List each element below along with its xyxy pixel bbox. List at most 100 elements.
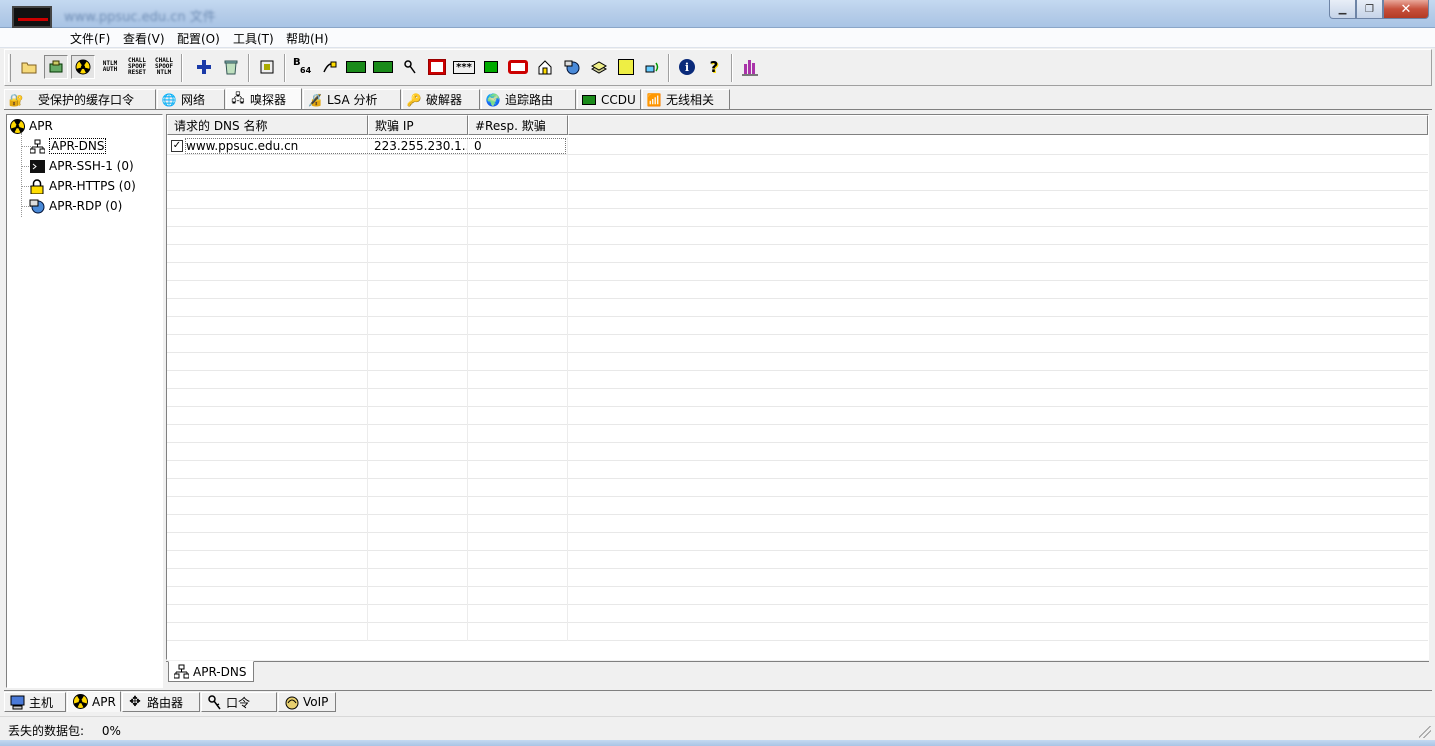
empty-cell [568,335,1428,353]
maximize-button[interactable]: ❐ [1356,0,1383,19]
tab-voip[interactable]: VoIP [278,692,336,712]
empty-cell [568,209,1428,227]
config-chip-icon[interactable] [255,55,279,79]
network-globe-icon[interactable] [560,55,584,79]
empty-cell [368,317,468,335]
tree-node-apr-rdp[interactable]: APR-RDP (0) [29,196,122,216]
base64-icon[interactable]: B 64 [290,55,314,79]
password-stars-icon[interactable]: *** [452,55,476,79]
tab-sniffer[interactable]: 🖧 嗅探器 [226,88,302,109]
empty-cell [468,155,568,173]
empty-row [167,497,1428,515]
col-header-spoof-ip[interactable]: 欺骗 IP [368,115,468,135]
minimize-button[interactable]: ▁ [1329,0,1356,19]
empty-cell [568,551,1428,569]
sniffer-icon: 🖧 [231,90,245,105]
ntlm-auth-icon[interactable]: NTLM AUTH [98,55,122,79]
open-folder-icon[interactable] [17,55,41,79]
toolbar: NTLM AUTH CHALL SPOOF RESET CHALL SPOOF NTLM … [4,49,1432,86]
wireless-icon[interactable] [641,55,665,79]
tab-protected-storage[interactable]: 🔐 受保护的缓存口令 [4,89,156,109]
bar-chart-icon[interactable] [738,55,762,79]
empty-row [167,173,1428,191]
title-bar: www.ppsuc.edu.cn 文件 ▁ ❐ ✕ [0,0,1435,28]
col-header-resp-count[interactable]: #Resp. 欺骗 [468,115,568,135]
empty-row [167,299,1428,317]
tab-hosts[interactable]: 主机 [4,692,66,712]
stack-disks-icon[interactable] [587,55,611,79]
info-icon[interactable]: i [675,55,699,79]
tree-node-apr[interactable]: APR [9,116,53,136]
tab-network[interactable]: 🌐 网络 [157,89,225,109]
empty-cell [167,497,368,515]
empty-cell [468,425,568,443]
menu-config[interactable]: 配置(O) [175,30,222,47]
hash-green-icon[interactable] [344,55,368,79]
tab-ccdu[interactable]: CCDU [577,89,641,109]
recycle-icon[interactable] [219,55,243,79]
network-cable-icon[interactable] [317,55,341,79]
close-button[interactable]: ✕ [1383,0,1429,19]
mpr-green-icon[interactable] [371,55,395,79]
empty-cell [468,605,568,623]
empty-cell [368,587,468,605]
house-lock-icon[interactable] [533,55,557,79]
hc-calc-icon[interactable] [425,55,449,79]
empty-row [167,245,1428,263]
certificate-key-icon[interactable] [614,55,638,79]
sub-tab-strip: APR-DNS [166,661,1429,683]
menu-tools[interactable]: 工具(T) [231,30,276,47]
chall-spoof-reset-icon[interactable]: CHALL SPOOF RESET [125,55,149,79]
col-header-dns-name[interactable]: 请求的 DNS 名称 [167,115,368,135]
empty-cell [468,209,568,227]
tree-node-apr-ssh[interactable]: APR-SSH-1 (0) [29,156,134,176]
empty-cell [468,623,568,641]
tab-traceroute[interactable]: 🌍 追踪路由 [481,89,576,109]
toolbar-separator [731,54,733,82]
empty-cell [468,533,568,551]
empty-cell [368,551,468,569]
empty-cell [368,263,468,281]
empty-cell [167,371,368,389]
empty-cell [468,551,568,569]
add-plus-icon[interactable] [192,55,216,79]
terminal-green-icon[interactable] [479,55,503,79]
empty-cell [368,497,468,515]
sniffer-icon[interactable] [44,55,68,79]
empty-cell [568,155,1428,173]
toolbar-separator [248,54,250,82]
toolbar-grip[interactable] [8,54,11,82]
tab-routers[interactable]: ✥ 路由器 [122,692,200,712]
empty-row [167,605,1428,623]
chall-spoof-ntlm-icon[interactable]: CHALL SPOOF NTLM [152,55,176,79]
menu-file[interactable]: 文件(F) [68,30,112,47]
row-checkbox[interactable]: ✓ [171,140,183,152]
menu-view[interactable]: 查看(V) [121,30,167,47]
tab-passwords[interactable]: 口令 [201,692,277,712]
wireless-antenna-icon: 📶 [646,92,662,107]
red-window-icon[interactable] [506,55,530,79]
ccdu-icon [581,92,597,108]
resize-grip[interactable] [1419,726,1431,738]
radiation-icon [72,694,88,710]
tab-cracker[interactable]: 🔑 破解器 [402,89,480,109]
empty-cell [167,299,368,317]
empty-cell [368,425,468,443]
empty-cell [568,299,1428,317]
help-question-icon[interactable]: ? [702,55,726,79]
tab-lsa[interactable]: 🔏 LSA 分析 [303,89,401,109]
empty-cell [568,461,1428,479]
tree-node-apr-https[interactable]: APR-HTTPS (0) [29,176,136,196]
tree-node-apr-dns[interactable]: APR-DNS [29,136,107,156]
empty-row [167,335,1428,353]
window-controls: ▁ ❐ ✕ [1329,0,1429,19]
tab-wireless[interactable]: 📶 无线相关 [642,89,730,109]
menu-help[interactable]: 帮助(H) [284,30,330,47]
table-row[interactable]: ✓ www.ppsuc.edu.cn 223.255.230.1... 0 [167,137,1428,155]
subtab-apr-dns[interactable]: APR-DNS [168,661,254,682]
tab-apr[interactable]: APR [67,691,121,712]
apr-radiation-icon[interactable] [71,55,95,79]
empty-cell [568,569,1428,587]
empty-cell [568,173,1428,191]
key-icon[interactable] [398,55,422,79]
